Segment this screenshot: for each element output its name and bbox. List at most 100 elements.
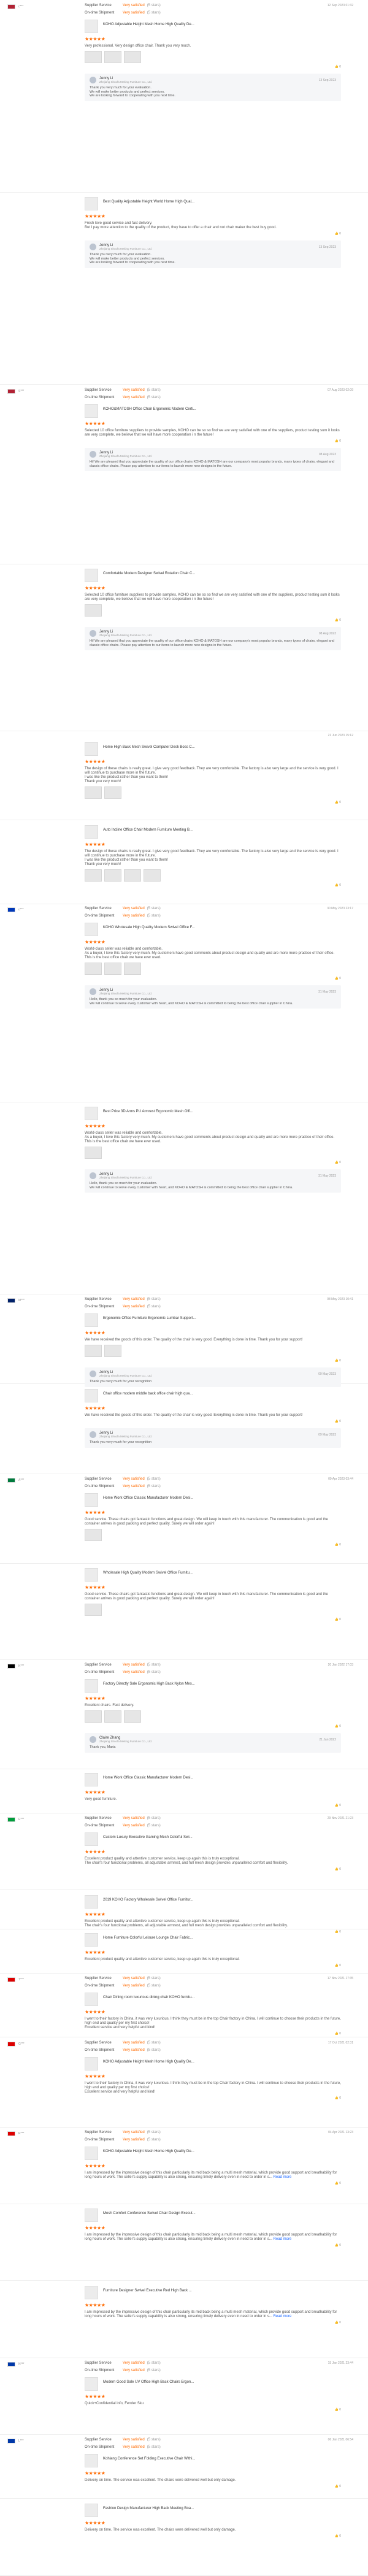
product-link[interactable]: Comfortable Modern Designer Swivel Rotat… [85,569,341,583]
review-photo[interactable] [85,786,102,799]
helpful-button[interactable]: 👍 0 [335,2534,341,2538]
product-title[interactable]: Chair Dining room luxurious dining chair… [103,1996,194,1999]
review-photo[interactable] [85,963,102,975]
helpful-button[interactable]: 👍 0 [335,1618,341,1621]
product-link[interactable]: KOHO Adjustable Height Mesh Home High Qu… [85,2057,341,2072]
product-title[interactable]: Custom Luxury Executive Gaming Mesh Colo… [103,1836,193,1839]
product-title[interactable]: Best Price 3D Arms PU Armrest Ergonomic … [103,1110,193,1113]
review-photo[interactable] [85,1529,102,1541]
helpful-button[interactable]: 👍 0 [335,2321,341,2324]
product-thumbnail[interactable] [85,1993,98,2006]
helpful-button[interactable]: 👍 0 [335,232,341,236]
product-thumbnail[interactable] [85,569,98,582]
product-link[interactable]: Factory Directly Sale Ergonomic High Bac… [85,1679,341,1694]
product-link[interactable]: Fashion Design Manufacturer High Back Me… [85,2504,341,2518]
review-photo[interactable] [104,786,121,799]
product-link[interactable]: Modern Good Sale UV Office High Back Cha… [85,2377,341,2392]
review-photo[interactable] [124,51,141,63]
product-thumbnail[interactable] [85,825,98,839]
product-title[interactable]: Fashion Design Manufacturer High Back Me… [103,2507,194,2510]
product-link[interactable]: Home Work Office Classic Manufacturer Mo… [85,1493,341,1508]
product-thumbnail[interactable] [85,2377,98,2391]
product-thumbnail[interactable] [85,2454,98,2467]
product-title[interactable]: Comfortable Modern Designer Swivel Rotat… [103,572,195,575]
product-thumbnail[interactable] [85,742,98,756]
review-photo[interactable] [124,963,141,975]
product-thumbnail[interactable] [85,1832,98,1846]
helpful-button[interactable]: 👍 0 [335,1964,341,1967]
product-link[interactable]: KOHO Adjustable Height Mesh Home High Qu… [85,2147,341,2161]
product-title[interactable]: Furniture Designer Swivel Executive Red … [103,2289,192,2293]
product-link[interactable]: Chair Dining room luxurious dining chair… [85,1993,341,2007]
product-link[interactable]: Kohlang Conference Set Folding Executive… [85,2454,341,2469]
helpful-button[interactable]: 👍 0 [335,439,341,443]
review-photo[interactable] [104,963,121,975]
read-more-link[interactable]: Read more [274,2237,292,2241]
product-title[interactable]: 2019 KOHO Factory Wholesale Swivel Offic… [103,1898,193,1902]
product-title[interactable]: Kohlang Conference Set Folding Executive… [103,2457,195,2461]
helpful-button[interactable]: 👍 0 [335,2485,341,2488]
helpful-button[interactable]: 👍 0 [335,801,341,804]
review-photo[interactable] [85,1345,102,1357]
product-title[interactable]: Wholesale High Quality Modern Swivel Off… [103,1571,193,1575]
helpful-button[interactable]: 👍 0 [335,2182,341,2185]
product-title[interactable]: Home Furniture Colorful Leisure Lounge C… [103,1936,193,1940]
product-title[interactable]: KOHO Wholesale High Quality Modern Swive… [103,926,195,929]
helpful-button[interactable]: 👍 0 [335,2408,341,2412]
product-title[interactable]: Modern Good Sale UV Office High Back Cha… [103,2380,194,2384]
helpful-button[interactable]: 👍 0 [335,977,341,980]
helpful-button[interactable]: 👍 0 [335,2032,341,2036]
product-link[interactable]: KOHO&MATOSH Office Chair Ergonomic Moder… [85,404,341,419]
review-photo[interactable] [104,1710,121,1723]
product-link[interactable]: Home Furniture Colorful Leisure Lounge C… [85,1933,341,1948]
review-photo[interactable] [85,604,102,617]
product-link[interactable]: Furniture Designer Swivel Executive Red … [85,2286,341,2301]
product-title[interactable]: Home Work Office Classic Manufacturer Mo… [103,1496,194,1500]
product-thumbnail[interactable] [85,197,98,210]
product-title[interactable]: Factory Directly Sale Ergonomic High Bac… [103,1682,195,1686]
product-thumbnail[interactable] [85,1679,98,1693]
review-photo[interactable] [85,51,102,63]
product-title[interactable]: KOHO&MATOSH Office Chair Ergonomic Moder… [103,407,196,411]
product-title[interactable]: Ergonomic Office Furniture Ergonomic Lum… [103,1317,196,1320]
read-more-link[interactable]: Read more [274,2175,292,2179]
product-title[interactable]: KOHO Adjustable Height Mesh Home High Qu… [103,23,194,26]
product-title[interactable]: Home Work Office Classic Manufacturer Mo… [103,1776,194,1780]
product-thumbnail[interactable] [85,1493,98,1507]
product-title[interactable]: KOHO Adjustable Height Mesh Home High Qu… [103,2060,194,2064]
product-link[interactable]: Wholesale High Quality Modern Swivel Off… [85,1568,341,1583]
helpful-button[interactable]: 👍 0 [335,2243,341,2247]
product-thumbnail[interactable] [85,1107,98,1120]
review-photo[interactable] [124,869,141,882]
product-link[interactable]: Chair office modern middle back office c… [85,1389,341,1404]
product-link[interactable]: KOHO Adjustable Height Mesh Home High Qu… [85,20,341,34]
review-photo[interactable] [144,869,161,882]
product-thumbnail[interactable] [85,1568,98,1582]
product-link[interactable]: Custom Luxury Executive Gaming Mesh Colo… [85,1832,341,1847]
product-link[interactable]: Mesh Comfort Conference Swivel Chair Des… [85,2209,341,2223]
helpful-button[interactable]: 👍 0 [335,65,341,69]
product-thumbnail[interactable] [85,1313,98,1327]
product-thumbnail[interactable] [85,2286,98,2299]
review-photo[interactable] [85,1604,102,1616]
review-photo[interactable] [104,869,121,882]
product-thumbnail[interactable] [85,1933,98,1947]
review-photo[interactable] [104,1345,121,1357]
product-title[interactable]: KOHO Adjustable Height Mesh Home High Qu… [103,2150,194,2153]
product-thumbnail[interactable] [85,2147,98,2160]
product-link[interactable]: Home High Back Mesh Swivel Computer Desk… [85,742,341,757]
product-thumbnail[interactable] [85,1895,98,1909]
product-thumbnail[interactable] [85,404,98,418]
helpful-button[interactable]: 👍 0 [335,1543,341,1547]
helpful-button[interactable]: 👍 0 [335,1420,341,1423]
product-link[interactable]: Best Quality Adjustable Height World Hom… [85,197,341,212]
product-link[interactable]: 2019 KOHO Factory Wholesale Swivel Offic… [85,1895,341,1910]
product-title[interactable]: Mesh Comfort Conference Swivel Chair Des… [103,2212,196,2215]
product-title[interactable]: Chair office modern middle back office c… [103,1392,193,1396]
helpful-button[interactable]: 👍 0 [335,1724,341,1728]
product-thumbnail[interactable] [85,20,98,33]
product-thumbnail[interactable] [85,2209,98,2222]
product-link[interactable]: KOHO Wholesale High Quality Modern Swive… [85,923,341,937]
product-thumbnail[interactable] [85,2504,98,2517]
helpful-button[interactable]: 👍 0 [335,1161,341,1164]
